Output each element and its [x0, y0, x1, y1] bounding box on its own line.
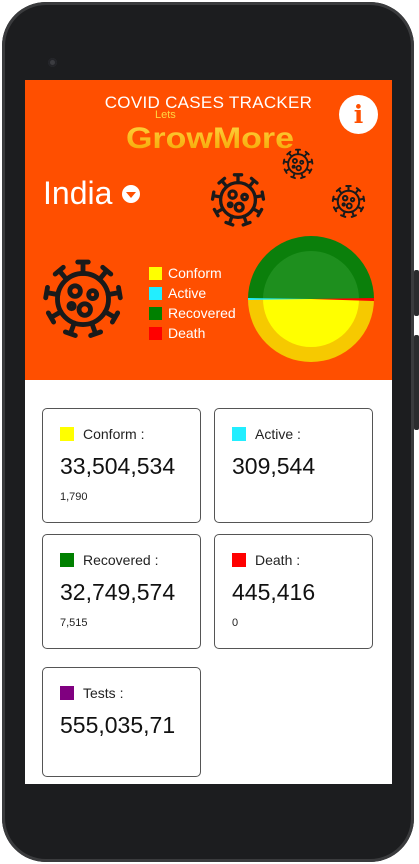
- chart-legend: Conform Active Recovered Death: [149, 263, 236, 343]
- logo-small-text: Lets: [155, 109, 176, 121]
- card-swatch: [60, 686, 74, 700]
- card-swatch: [232, 427, 246, 441]
- card-header: Active :: [232, 426, 301, 442]
- card-label: Death :: [255, 552, 301, 568]
- legend-item-conform: Conform: [149, 263, 236, 283]
- card-death[interactable]: Death : 445,416 0: [214, 534, 373, 649]
- info-icon: i: [353, 100, 364, 129]
- legend-item-death: Death: [149, 323, 236, 343]
- card-value: 32,749,574: [60, 579, 176, 605]
- card-value: 309,544: [232, 453, 316, 479]
- legend-swatch: [149, 286, 162, 300]
- card-value: 33,504,534: [60, 453, 176, 479]
- virus-icon: [281, 147, 315, 181]
- card-active[interactable]: Active : 309,544: [214, 408, 373, 523]
- logo-main-text: GrowMore: [126, 122, 294, 155]
- legend-label: Recovered: [168, 305, 236, 321]
- card-value: 445,416: [232, 579, 316, 605]
- card-delta: 1,790: [60, 491, 88, 503]
- info-button[interactable]: i: [339, 95, 378, 134]
- app-screen: COVID CASES TRACKER Lets GrowMore i Indi…: [25, 80, 392, 784]
- virus-icon: [39, 255, 127, 343]
- legend-swatch: [149, 266, 162, 280]
- legend-item-recovered: Recovered: [149, 303, 236, 323]
- stats-panel: Conform : 33,504,534 1,790 Active : 309,…: [25, 380, 392, 784]
- card-swatch: [232, 553, 246, 567]
- card-label: Tests :: [83, 685, 124, 701]
- card-value: 555,035,71: [60, 712, 176, 738]
- legend-label: Conform: [168, 265, 222, 281]
- card-conform[interactable]: Conform : 33,504,534 1,790: [42, 408, 201, 523]
- country-name: India: [43, 175, 113, 211]
- card-header: Tests :: [60, 685, 123, 701]
- volume-button: [414, 270, 419, 316]
- lets-grow-more-logo: Lets GrowMore: [126, 109, 294, 155]
- country-selector[interactable]: India: [43, 175, 141, 212]
- header-panel: COVID CASES TRACKER Lets GrowMore i Indi…: [25, 80, 392, 380]
- card-delta: 0: [232, 617, 239, 629]
- virus-icon: [208, 170, 268, 230]
- cases-pie-chart: [248, 236, 374, 362]
- dropdown-chevron-icon: [122, 184, 141, 203]
- phone-frame: COVID CASES TRACKER Lets GrowMore i Indi…: [0, 0, 419, 864]
- card-label: Conform :: [83, 426, 145, 442]
- card-label: Recovered :: [83, 552, 159, 568]
- legend-item-active: Active: [149, 283, 236, 303]
- card-label: Active :: [255, 426, 301, 442]
- legend-label: Active: [168, 285, 207, 301]
- front-camera: [48, 58, 57, 67]
- power-button: [414, 335, 419, 430]
- card-delta: 7,515: [60, 617, 88, 629]
- card-recovered[interactable]: Recovered : 32,749,574 7,515: [42, 534, 201, 649]
- card-swatch: [60, 427, 74, 441]
- card-header: Recovered :: [60, 552, 158, 568]
- legend-swatch: [149, 306, 162, 320]
- legend-swatch: [149, 326, 162, 340]
- card-header: Conform :: [60, 426, 144, 442]
- card-tests[interactable]: Tests : 555,035,71: [42, 667, 201, 777]
- card-swatch: [60, 553, 74, 567]
- legend-label: Death: [168, 325, 206, 341]
- card-header: Death :: [232, 552, 300, 568]
- virus-icon: [330, 183, 367, 220]
